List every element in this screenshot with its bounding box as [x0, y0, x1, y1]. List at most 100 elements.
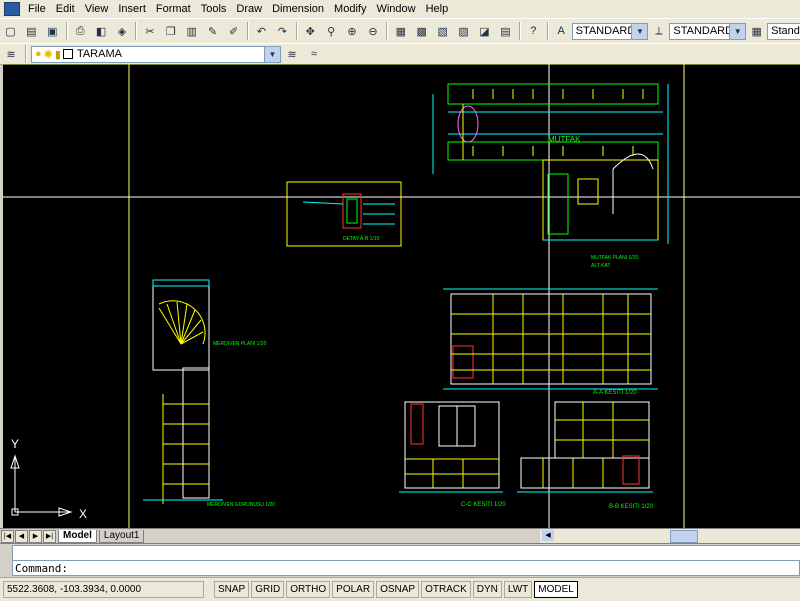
menu-window[interactable]: Window — [371, 0, 420, 18]
model-toggle[interactable]: MODEL — [534, 581, 578, 598]
new-icon[interactable]: ▢ — [2, 22, 19, 40]
coordinate-readout[interactable]: 5522.3608, -103.3934, 0.0000 — [3, 581, 204, 598]
status-bar: 5522.3608, -103.3934, 0.0000 SNAP GRID O… — [0, 577, 800, 601]
ortho-toggle[interactable]: ORTHO — [286, 581, 331, 598]
menu-tools[interactable]: Tools — [196, 0, 232, 18]
sheet-set-icon[interactable]: ▨ — [455, 22, 472, 40]
paste-icon[interactable]: ▥ — [183, 22, 200, 40]
section-cc-label: C-C KESITI 1/20 — [461, 502, 506, 508]
last-tab-icon[interactable]: ▶| — [43, 529, 56, 543]
separator — [386, 22, 388, 40]
stair-plan — [152, 279, 210, 371]
grid-toggle[interactable]: GRID — [251, 581, 285, 598]
layers-toolbar: ≋ ● ✺ ▮ TARAMA ▼ ≋ ≈ — [0, 43, 800, 65]
layer-previous-icon[interactable]: ≈ — [305, 45, 323, 63]
lock-icon: ▮ — [54, 48, 61, 61]
make-object-layer-current-icon[interactable]: ≋ — [283, 45, 301, 63]
menu-view[interactable]: View — [80, 0, 114, 18]
dim-style-icon: ⟂ — [655, 24, 663, 37]
design-center-icon[interactable]: ▩ — [413, 22, 430, 40]
standard-toolbar: ▢ ▤ ▣ ⎙ ◧ ◈ ✂ ❐ ▥ ✎ ✐ ↶ ↷ ✥ ⚲ ⊕ ⊖ ▦ ▩ ▧ … — [0, 18, 800, 44]
help-icon[interactable]: ? — [525, 22, 542, 40]
open-icon[interactable]: ▤ — [23, 22, 40, 40]
horizontal-scrollbar[interactable]: ◀ — [540, 528, 800, 543]
menu-help[interactable]: Help — [421, 0, 454, 18]
kitchen-plan — [432, 83, 669, 244]
table-style-value: Stand — [771, 25, 800, 37]
chevron-down-icon[interactable]: ▼ — [729, 23, 746, 39]
tab-model[interactable]: Model — [58, 529, 97, 543]
zoom-realtime-icon[interactable]: ⚲ — [323, 22, 340, 40]
tool-palettes-icon[interactable]: ▧ — [434, 22, 451, 40]
cut-icon[interactable]: ✂ — [141, 22, 158, 40]
text-style-select[interactable]: STANDARD ▼ — [571, 22, 649, 40]
publish-icon[interactable]: ◈ — [114, 22, 131, 40]
text-style-icon: A — [557, 25, 565, 37]
prev-tab-icon[interactable]: ◀ — [15, 529, 28, 543]
menu-draw[interactable]: Draw — [231, 0, 267, 18]
match-properties-icon[interactable]: ✎ — [204, 22, 221, 40]
block-editor-icon[interactable]: ✐ — [225, 22, 242, 40]
sun-icon: ✺ — [43, 48, 53, 61]
save-icon[interactable]: ▣ — [44, 22, 61, 40]
menu-edit[interactable]: Edit — [51, 0, 80, 18]
dyn-toggle[interactable]: DYN — [472, 581, 502, 598]
command-history — [12, 545, 800, 561]
table-style-select[interactable]: Stand — [767, 22, 800, 40]
kitchen-plan-sub: ALT KAT — [591, 263, 610, 269]
table-style-icon: ▦ — [751, 25, 762, 38]
drawing-svg: MUTFAK MUTFAK PLANI 1/20 ALT KAT DETAY A… — [3, 64, 800, 528]
separator — [65, 22, 67, 40]
layer-select[interactable]: ● ✺ ▮ TARAMA ▼ — [31, 45, 281, 63]
menu-insert[interactable]: Insert — [113, 0, 151, 18]
detail-label: DETAY A-B 1/10 — [343, 236, 380, 242]
markup-icon[interactable]: ◪ — [476, 22, 493, 40]
first-tab-icon[interactable]: |◀ — [1, 529, 14, 543]
color-swatch-icon — [62, 49, 73, 59]
command-line[interactable]: Command: — [12, 560, 800, 576]
polar-toggle[interactable]: POLAR — [332, 581, 375, 598]
scroll-left-icon[interactable]: ◀ — [542, 530, 554, 541]
layer-name: TARAMA — [76, 48, 122, 60]
zoom-window-icon[interactable]: ⊕ — [344, 22, 361, 40]
menu-format[interactable]: Format — [151, 0, 196, 18]
separator — [135, 22, 137, 40]
kitchen-title: MUTFAK — [548, 135, 581, 144]
dim-style-value: STANDARD — [673, 25, 734, 37]
copy-icon[interactable]: ❐ — [162, 22, 179, 40]
ucs-icon — [10, 454, 73, 517]
chevron-down-icon[interactable]: ▼ — [631, 23, 648, 39]
menu-dimension[interactable]: Dimension — [267, 0, 329, 18]
next-tab-icon[interactable]: ▶ — [29, 529, 42, 543]
separator — [546, 22, 548, 40]
undo-icon[interactable]: ↶ — [253, 22, 270, 40]
chevron-down-icon[interactable]: ▼ — [264, 46, 280, 62]
separator — [25, 45, 26, 63]
section-bb — [517, 401, 653, 493]
dim-style-select[interactable]: STANDARD ▼ — [669, 22, 747, 40]
snap-toggle[interactable]: SNAP — [214, 581, 250, 598]
redo-icon[interactable]: ↷ — [274, 22, 291, 40]
lwt-toggle[interactable]: LWT — [503, 581, 533, 598]
menu-bar: File Edit View Insert Format Tools Draw … — [0, 0, 800, 18]
osnap-toggle[interactable]: OSNAP — [376, 581, 420, 598]
otrack-toggle[interactable]: OTRACK — [421, 581, 471, 598]
crosshair — [3, 64, 800, 528]
layer-manager-icon[interactable]: ≋ — [2, 45, 20, 63]
properties-icon[interactable]: ▦ — [392, 22, 409, 40]
layout-tabs: |◀ ◀ ▶ ▶| Model Layout1 — [0, 528, 540, 543]
print-icon[interactable]: ⎙ — [72, 22, 89, 40]
calculator-icon[interactable]: ▤ — [497, 22, 514, 40]
scroll-thumb[interactable] — [670, 530, 698, 543]
menu-modify[interactable]: Modify — [329, 0, 371, 18]
pan-icon[interactable]: ✥ — [302, 22, 319, 40]
app-icon[interactable] — [4, 2, 20, 16]
zoom-previous-icon[interactable]: ⊖ — [365, 22, 382, 40]
section-aa-label: A-A KESITI 1/20 — [593, 390, 637, 396]
section-aa — [443, 288, 658, 390]
preview-icon[interactable]: ◧ — [93, 22, 110, 40]
tab-layout1[interactable]: Layout1 — [98, 529, 145, 543]
separator — [518, 22, 520, 40]
menu-file[interactable]: File — [23, 0, 51, 18]
drawing-area[interactable]: MUTFAK MUTFAK PLANI 1/20 ALT KAT DETAY A… — [3, 64, 800, 528]
